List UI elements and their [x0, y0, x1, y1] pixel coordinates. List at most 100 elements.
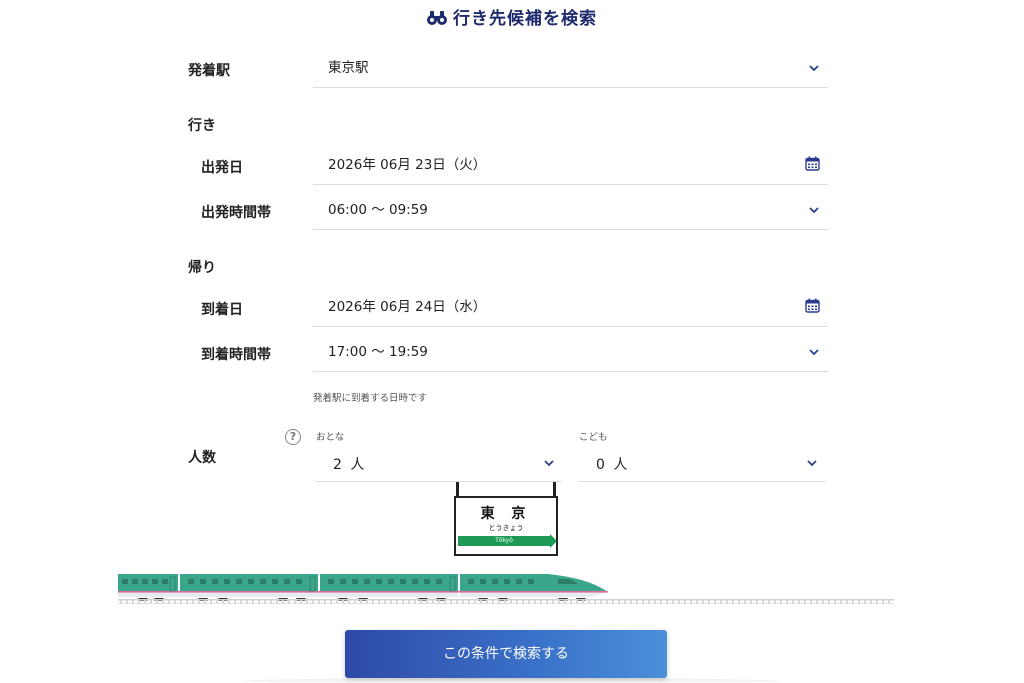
rail-tie: [762, 600, 764, 604]
rail-tie: [396, 600, 398, 604]
rail-tie: [282, 600, 284, 604]
rail-tie: [156, 600, 158, 604]
arrival-time-label: 到着時間帯: [201, 347, 271, 363]
rail-tie: [660, 600, 662, 604]
rail-tie: [324, 600, 326, 604]
rail-tie: [336, 600, 338, 604]
arrival-time-value: 17:00 〜 19:59: [328, 344, 428, 360]
adult-count-select[interactable]: 2 人: [315, 442, 562, 482]
chevron-down-icon: [809, 65, 819, 72]
rail-tie: [774, 600, 776, 604]
rail-tie: [174, 600, 176, 604]
rail-tie: [570, 600, 572, 604]
departure-time-value: 06:00 〜 09:59: [328, 202, 428, 218]
departure-time-label: 出発時間帯: [201, 205, 271, 221]
search-button[interactable]: この条件で検索する: [345, 630, 667, 678]
rail-tie: [162, 600, 164, 604]
child-count-value: 0 人: [596, 457, 630, 473]
rail-tie: [240, 600, 242, 604]
return-section-label: 帰り: [188, 260, 216, 276]
bottom-shadow: [240, 678, 780, 683]
rail-tie: [810, 600, 812, 604]
rail-tie: [222, 600, 224, 604]
rail-tie: [294, 600, 296, 604]
departure-date-field[interactable]: 2026年 06月 23日（火）: [313, 141, 828, 185]
rail-tie: [750, 600, 752, 604]
outbound-section-label: 行き: [188, 118, 216, 134]
rail-tie: [378, 600, 380, 604]
rail-tie: [876, 600, 878, 604]
rail-tie: [510, 600, 512, 604]
rail-tie: [732, 600, 734, 604]
rail-tie: [348, 600, 350, 604]
rail-tie: [714, 600, 716, 604]
sign-arrow-icon: [550, 534, 557, 548]
rail-tie: [528, 600, 530, 604]
rail-tie: [456, 600, 458, 604]
page-title-text: 行き先候補を検索: [453, 9, 597, 29]
passengers-label: 人数: [188, 450, 216, 466]
rail-tie: [816, 600, 818, 604]
rail-tie: [804, 600, 806, 604]
rail-tie: [594, 600, 596, 604]
rail-tie: [372, 600, 374, 604]
rail-tie: [696, 600, 698, 604]
departure-date-value: 2026年 06月 23日（火）: [328, 157, 487, 173]
rail-tie: [252, 600, 254, 604]
station-sign: 東 京 とうきょう Tōkyō: [452, 482, 560, 558]
rail-tie: [726, 600, 728, 604]
rail-tie: [228, 600, 230, 604]
rail-tie: [468, 600, 470, 604]
rail-tie: [672, 600, 674, 604]
rail-tie: [738, 600, 740, 604]
rail-tie: [756, 600, 758, 604]
rail-tie: [192, 600, 194, 604]
rail-tie: [588, 600, 590, 604]
rail-tie: [354, 600, 356, 604]
rail-tie: [552, 600, 554, 604]
rail-tie: [474, 600, 476, 604]
rail-tie: [420, 600, 422, 604]
rail-tie: [606, 600, 608, 604]
rail-tie: [276, 600, 278, 604]
rail-tie: [768, 600, 770, 604]
rail-tie: [384, 600, 386, 604]
rail-tie: [180, 600, 182, 604]
calendar-icon[interactable]: [805, 156, 820, 171]
rail-tie: [648, 600, 650, 604]
rail-tie: [888, 600, 890, 604]
rail-tie: [600, 600, 602, 604]
arrival-time-select[interactable]: 17:00 〜 19:59: [313, 328, 828, 372]
arrival-date-field[interactable]: 2026年 06月 24日（水）: [313, 283, 828, 327]
binoculars-icon: [427, 10, 447, 31]
rail-tie: [234, 600, 236, 604]
rail-tie: [426, 600, 428, 604]
rail-tie: [846, 600, 848, 604]
rail-tie: [624, 600, 626, 604]
rail-tie: [306, 600, 308, 604]
help-icon[interactable]: ?: [285, 429, 301, 445]
rail-tie: [678, 600, 680, 604]
child-count-select[interactable]: 0 人: [578, 442, 826, 482]
rail-tie: [390, 600, 392, 604]
rail-tie: [786, 600, 788, 604]
rail-tie: [408, 600, 410, 604]
rail-tie: [540, 600, 542, 604]
rail-tie: [216, 600, 218, 604]
rail-tie: [612, 600, 614, 604]
station-sign-kana: とうきょう: [488, 524, 524, 532]
rail-tie: [516, 600, 518, 604]
departure-station-select[interactable]: 東京駅: [313, 44, 828, 88]
departure-time-select[interactable]: 06:00 〜 09:59: [313, 186, 828, 230]
rail-tie: [432, 600, 434, 604]
arrival-date-value: 2026年 06月 24日（水）: [328, 299, 487, 315]
rail-tie: [492, 600, 494, 604]
rail-tie: [642, 600, 644, 604]
rail-tie: [300, 600, 302, 604]
calendar-icon[interactable]: [805, 298, 820, 313]
page-title: 行き先候補を検索: [0, 4, 1024, 31]
rail-tie: [132, 600, 134, 604]
rail-tie: [150, 600, 152, 604]
rail-tie: [744, 600, 746, 604]
rail-tie: [168, 600, 170, 604]
